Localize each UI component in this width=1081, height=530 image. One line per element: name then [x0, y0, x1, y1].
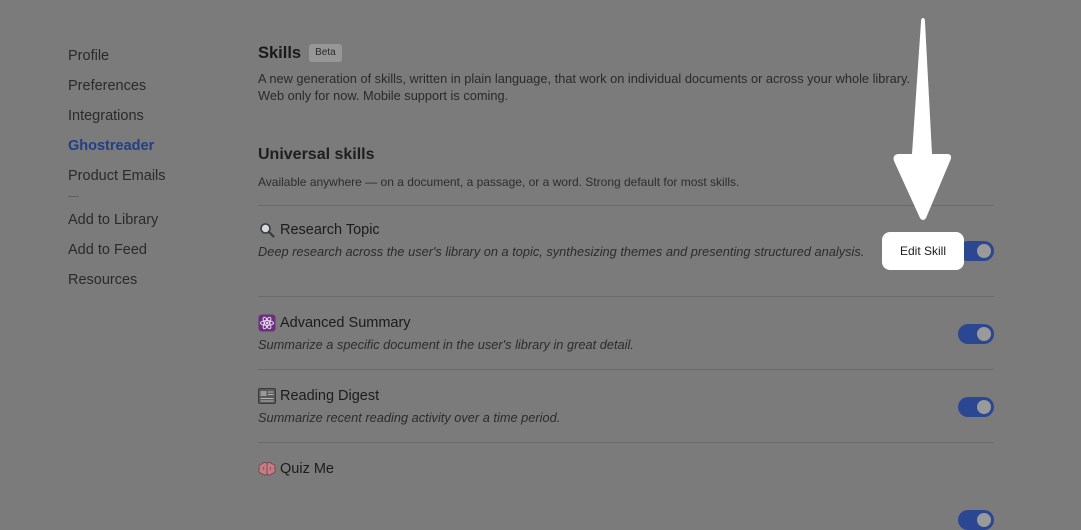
sidebar-item-ghostreader[interactable]: Ghostreader: [68, 134, 218, 164]
settings-sidebar: Profile Preferences Integrations Ghostre…: [68, 44, 218, 298]
toggle-knob: [977, 327, 991, 341]
skill-description: Deep research across the user's library …: [258, 244, 865, 259]
skill-toggle[interactable]: [958, 324, 994, 344]
skill-toggle[interactable]: [958, 397, 994, 417]
sidebar-item-resources[interactable]: Resources: [68, 268, 218, 298]
description-line-2: Web only for now. Mobile support is comi…: [258, 88, 509, 103]
newspaper-icon: [258, 387, 276, 405]
skill-name: Research Topic: [280, 222, 380, 238]
toggle-knob: [977, 400, 991, 414]
skill-row-advanced-summary: Advanced Summary Summarize a specific do…: [258, 296, 994, 370]
sidebar-item-integrations[interactable]: Integrations: [68, 104, 218, 134]
edit-skill-button[interactable]: Edit Skill: [882, 232, 964, 270]
toggle-knob: [977, 513, 991, 527]
toggle-knob: [977, 244, 991, 258]
page-description: A new generation of skills, written in p…: [258, 70, 978, 104]
pointer-arrow-icon: [893, 18, 952, 220]
beta-badge: Beta: [309, 44, 342, 62]
description-line-1: A new generation of skills, written in p…: [258, 71, 911, 86]
brain-icon: [258, 460, 276, 478]
skills-panel: Skills Beta A new generation of skills, …: [258, 42, 994, 530]
sidebar-item-preferences[interactable]: Preferences: [68, 74, 218, 104]
sidebar-item-add-to-feed[interactable]: Add to Feed: [68, 238, 218, 268]
skill-name: Quiz Me: [280, 461, 334, 477]
page-header: Skills Beta: [258, 42, 994, 64]
sidebar-item-add-to-library[interactable]: Add to Library: [68, 208, 218, 238]
skill-description: Summarize recent reading activity over a…: [258, 410, 561, 425]
skill-toggle[interactable]: [958, 510, 994, 530]
universal-skills-title: Universal skills: [258, 146, 375, 163]
magnifying-glass-icon: [258, 221, 276, 239]
sidebar-divider: [68, 188, 218, 204]
skill-row-quiz-me: Quiz Me: [258, 442, 994, 530]
skill-name: Reading Digest: [280, 388, 380, 404]
page-title: Skills: [258, 43, 302, 62]
atom-icon: [258, 314, 276, 332]
universal-skills-subtitle: Available anywhere — on a document, a pa…: [258, 175, 740, 189]
skill-name: Advanced Summary: [280, 315, 411, 331]
skill-description: Summarize a specific document in the use…: [258, 337, 634, 352]
skill-row-reading-digest: Reading Digest Summarize recent reading …: [258, 369, 994, 443]
sidebar-item-profile[interactable]: Profile: [68, 44, 218, 74]
